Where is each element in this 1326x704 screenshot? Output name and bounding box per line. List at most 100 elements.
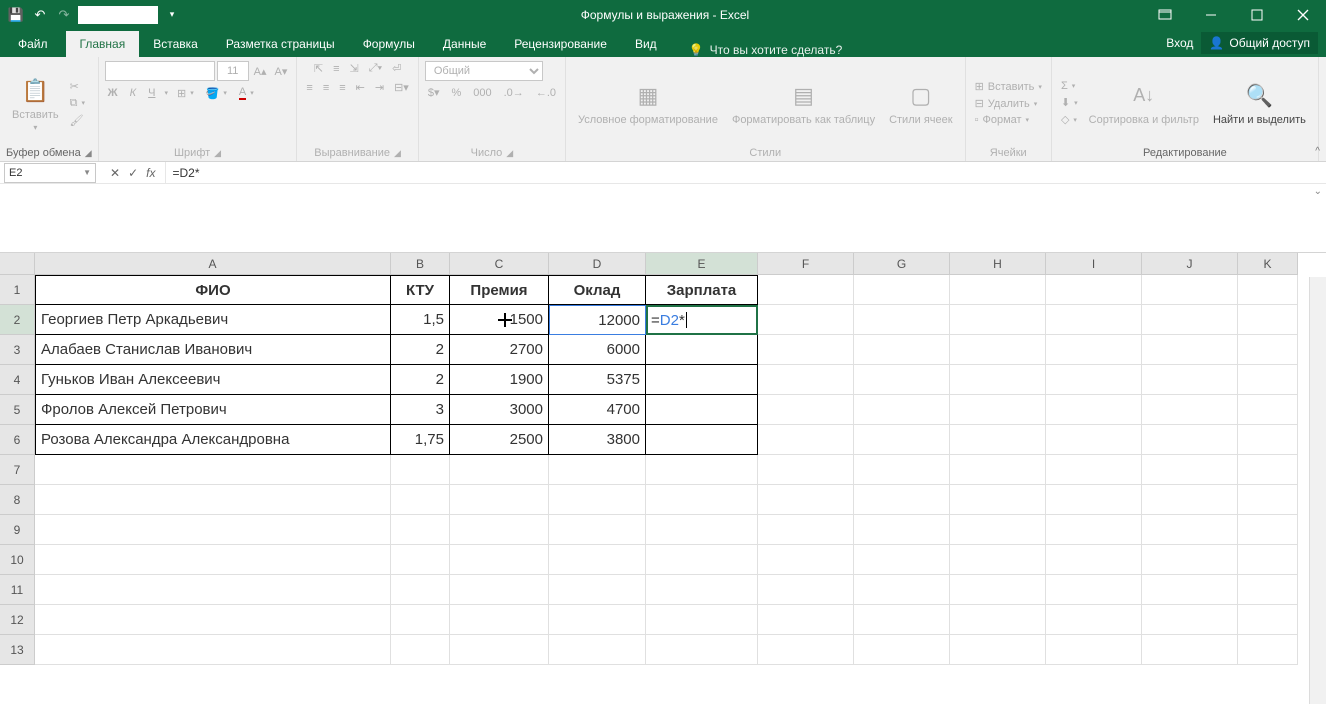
cell-G9[interactable] <box>854 515 950 545</box>
format-cells-button[interactable]: ▫Формат▾ <box>972 113 1045 127</box>
cell-I6[interactable] <box>1046 425 1142 455</box>
chevron-down-icon[interactable]: ▼ <box>83 168 91 177</box>
cell-B11[interactable] <box>391 575 450 605</box>
align-left-icon[interactable]: ≡ <box>303 80 315 95</box>
cell-E2[interactable]: =D2* <box>646 305 758 335</box>
row-header-3[interactable]: 3 <box>0 335 35 365</box>
row-header-2[interactable]: 2 <box>0 305 35 335</box>
cell-F5[interactable] <box>758 395 854 425</box>
cell-J3[interactable] <box>1142 335 1238 365</box>
expand-formula-bar-icon[interactable]: ⌄ <box>1314 186 1322 197</box>
tab-formulas[interactable]: Формулы <box>349 31 429 57</box>
row-header-10[interactable]: 10 <box>0 545 35 575</box>
fill-color-icon[interactable]: 🪣▾ <box>203 86 230 101</box>
cell-H3[interactable] <box>950 335 1046 365</box>
enter-formula-icon[interactable]: ✓ <box>128 166 138 180</box>
cell-K6[interactable] <box>1238 425 1298 455</box>
cell-C1[interactable]: Премия <box>450 275 549 305</box>
row-header-6[interactable]: 6 <box>0 425 35 455</box>
cell-C7[interactable] <box>450 455 549 485</box>
cell-C9[interactable] <box>450 515 549 545</box>
cell-J12[interactable] <box>1142 605 1238 635</box>
cell-J8[interactable] <box>1142 485 1238 515</box>
decrease-decimal-icon[interactable]: ←.0 <box>533 85 559 100</box>
cell-F8[interactable] <box>758 485 854 515</box>
qat-customize-icon[interactable]: ▾ <box>162 5 182 25</box>
cell-K4[interactable] <box>1238 365 1298 395</box>
increase-font-icon[interactable]: A▴ <box>251 64 270 79</box>
cell-G8[interactable] <box>854 485 950 515</box>
find-select-button[interactable]: 🔍 Найти и выделить <box>1207 78 1312 128</box>
cell-B6[interactable]: 1,75 <box>391 425 450 455</box>
cell-I9[interactable] <box>1046 515 1142 545</box>
cell-I11[interactable] <box>1046 575 1142 605</box>
cell-B1[interactable]: КТУ <box>391 275 450 305</box>
paste-button[interactable]: 📋 Вставить ▾ <box>6 73 65 134</box>
cell-I12[interactable] <box>1046 605 1142 635</box>
increase-decimal-icon[interactable]: .0→ <box>501 85 527 100</box>
cell-E11[interactable] <box>646 575 758 605</box>
cell-J13[interactable] <box>1142 635 1238 665</box>
redo-icon[interactable]: ↷ <box>54 5 74 25</box>
row-header-1[interactable]: 1 <box>0 275 35 305</box>
row-header-13[interactable]: 13 <box>0 635 35 665</box>
name-box[interactable]: E2 ▼ <box>4 163 96 183</box>
cell-I2[interactable] <box>1046 305 1142 335</box>
tab-page-layout[interactable]: Разметка страницы <box>212 31 349 57</box>
cell-D13[interactable] <box>549 635 646 665</box>
cell-G7[interactable] <box>854 455 950 485</box>
column-header-B[interactable]: B <box>391 253 450 275</box>
tab-file[interactable]: Файл <box>0 31 66 57</box>
cell-G2[interactable] <box>854 305 950 335</box>
cell-A5[interactable]: Фролов Алексей Петрович <box>35 395 391 425</box>
row-header-9[interactable]: 9 <box>0 515 35 545</box>
align-bottom-icon[interactable]: ⇲ <box>347 61 362 76</box>
cell-G4[interactable] <box>854 365 950 395</box>
cell-D4[interactable]: 5375 <box>549 365 646 395</box>
format-painter-button[interactable]: 🖌 <box>67 113 88 128</box>
select-all-corner[interactable] <box>0 253 35 275</box>
cell-E12[interactable] <box>646 605 758 635</box>
column-header-K[interactable]: K <box>1238 253 1298 275</box>
cell-F13[interactable] <box>758 635 854 665</box>
cell-H6[interactable] <box>950 425 1046 455</box>
cell-I7[interactable] <box>1046 455 1142 485</box>
sort-filter-button[interactable]: A↓ Сортировка и фильтр <box>1083 78 1205 128</box>
cell-I13[interactable] <box>1046 635 1142 665</box>
cell-I5[interactable] <box>1046 395 1142 425</box>
cut-button[interactable]: ✂ <box>67 79 88 94</box>
conditional-formatting-button[interactable]: ▦ Условное форматирование <box>572 78 724 128</box>
percent-format-icon[interactable]: % <box>448 85 464 100</box>
column-header-E[interactable]: E <box>646 253 758 275</box>
maximize-icon[interactable] <box>1234 0 1280 29</box>
cell-J2[interactable] <box>1142 305 1238 335</box>
cell-H9[interactable] <box>950 515 1046 545</box>
cell-C6[interactable]: 2500 <box>450 425 549 455</box>
row-header-11[interactable]: 11 <box>0 575 35 605</box>
cell-J6[interactable] <box>1142 425 1238 455</box>
launcher-icon[interactable]: ◢ <box>506 148 513 159</box>
cell-H1[interactable] <box>950 275 1046 305</box>
cell-C12[interactable] <box>450 605 549 635</box>
column-header-C[interactable]: C <box>450 253 549 275</box>
share-button[interactable]: 👤 Общий доступ <box>1201 32 1318 54</box>
ribbon-options-icon[interactable] <box>1142 0 1188 29</box>
cell-E8[interactable] <box>646 485 758 515</box>
cell-D10[interactable] <box>549 545 646 575</box>
cell-C5[interactable]: 3000 <box>450 395 549 425</box>
cell-A6[interactable]: Розова Александра Александровна <box>35 425 391 455</box>
cell-J1[interactable] <box>1142 275 1238 305</box>
row-header-7[interactable]: 7 <box>0 455 35 485</box>
cell-F7[interactable] <box>758 455 854 485</box>
cell-I10[interactable] <box>1046 545 1142 575</box>
column-header-F[interactable]: F <box>758 253 854 275</box>
cell-D2[interactable]: 12000 <box>549 305 646 335</box>
close-icon[interactable] <box>1280 0 1326 29</box>
cell-B13[interactable] <box>391 635 450 665</box>
cell-F2[interactable] <box>758 305 854 335</box>
decrease-indent-icon[interactable]: ⇤ <box>353 80 368 95</box>
column-header-G[interactable]: G <box>854 253 950 275</box>
cell-F6[interactable] <box>758 425 854 455</box>
row-header-12[interactable]: 12 <box>0 605 35 635</box>
cell-C4[interactable]: 1900 <box>450 365 549 395</box>
